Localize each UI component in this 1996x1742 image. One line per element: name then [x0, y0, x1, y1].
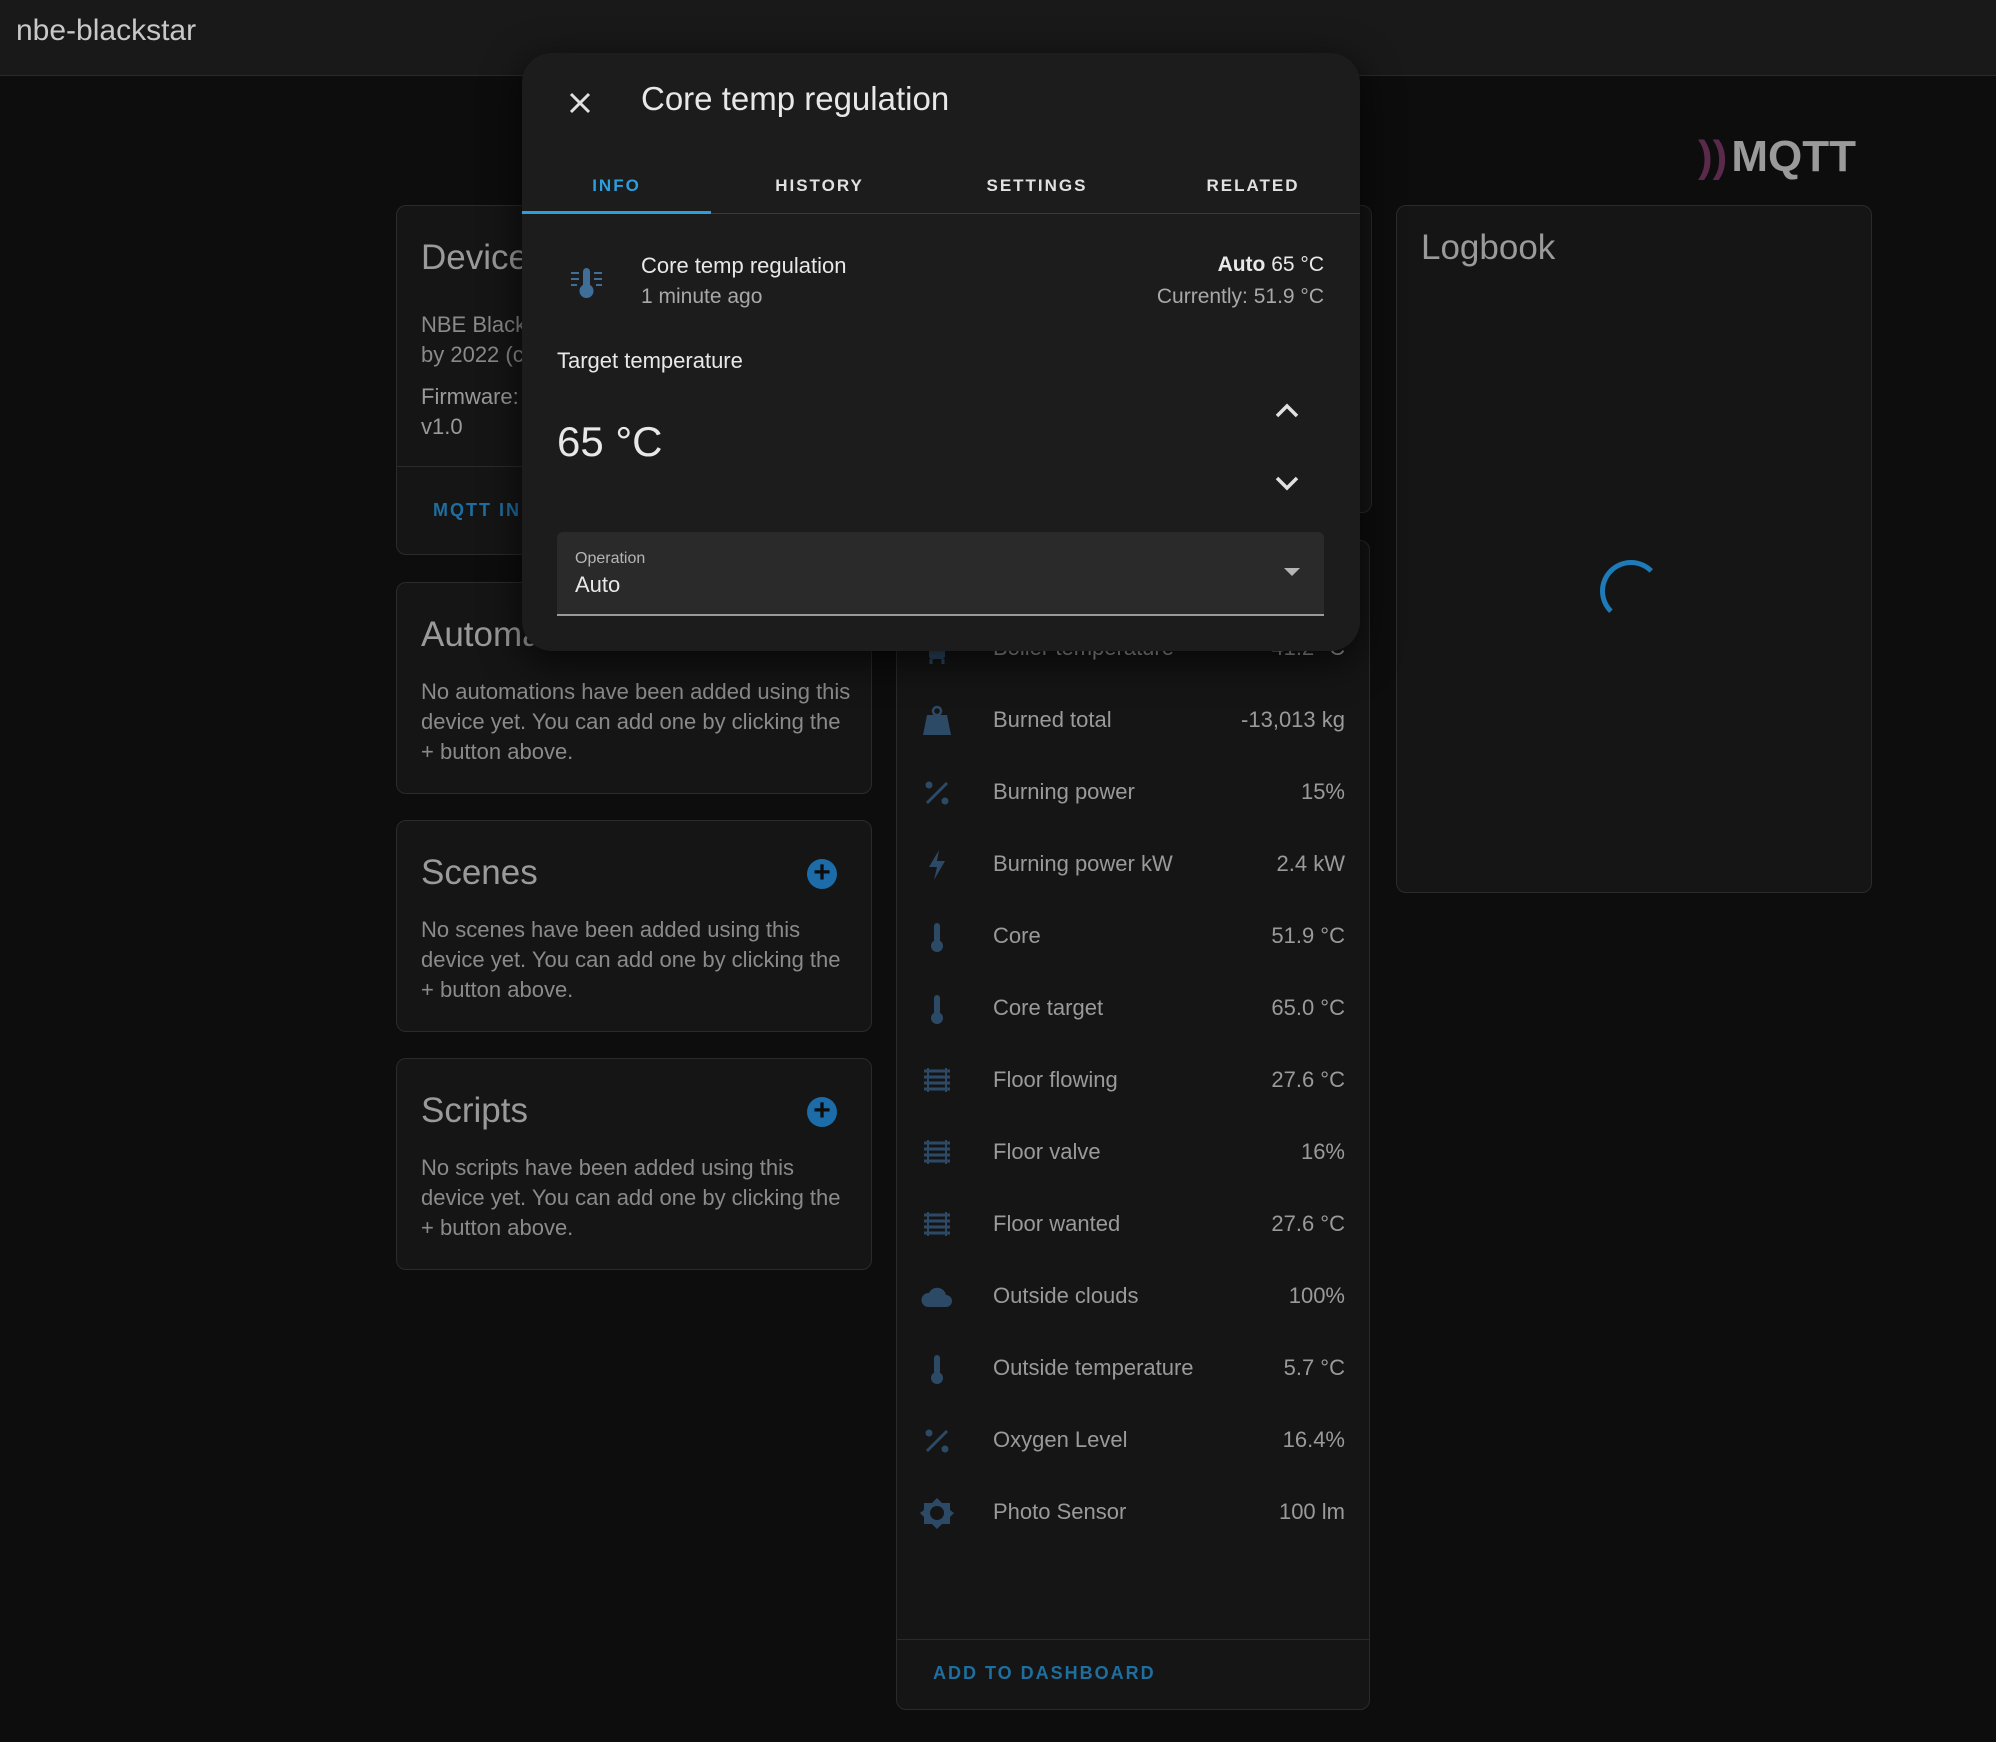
- firmware-label: Firmware:: [421, 384, 519, 409]
- sensor-name: Burning power kW: [993, 851, 1173, 876]
- brightness-icon: [919, 1495, 955, 1531]
- scripts-empty-text: No scripts have been added using this de…: [421, 1155, 841, 1240]
- close-icon[interactable]: [558, 81, 602, 125]
- sensor-row[interactable]: Burning power 15%: [897, 757, 1369, 829]
- weight-kg-icon: [919, 703, 955, 739]
- sensor-value: 100%: [1288, 1283, 1345, 1308]
- entity-state-row: Core temp regulation 1 minute ago Auto 6…: [522, 253, 1360, 323]
- device-card-title: Device: [421, 238, 528, 277]
- sensor-value: 15%: [1300, 779, 1345, 804]
- target-temperature-value: 65 °C: [557, 418, 663, 465]
- add-scene-button[interactable]: +: [807, 858, 837, 889]
- sensor-value: 16.4%: [1282, 1427, 1345, 1452]
- logbook-card: Logbook: [1396, 205, 1872, 893]
- sensor-name: Burned total: [993, 707, 1112, 732]
- sensor-row[interactable]: Core 51.9 °C: [897, 901, 1369, 973]
- sensor-row[interactable]: Oxygen Level 16.4%: [897, 1405, 1369, 1477]
- mqtt-waves-icon: )): [1698, 132, 1728, 181]
- mqtt-logo-text: MQTT: [1731, 132, 1856, 181]
- heating-coil-icon: [919, 1135, 955, 1171]
- sensor-name: Floor valve: [993, 1139, 1101, 1164]
- firmware-version: v1.0: [421, 414, 463, 439]
- mqtt-info-link[interactable]: MQTT INF: [433, 500, 534, 521]
- sensor-name: Photo Sensor: [993, 1499, 1127, 1524]
- more-info-dialog: Core temp regulation INFO HISTORY SETTIN…: [522, 53, 1360, 651]
- sensor-value: 27.6 °C: [1271, 1067, 1345, 1092]
- thermometer-icon: [919, 991, 955, 1027]
- sensor-row[interactable]: Burning power kW 2.4 kW: [897, 829, 1369, 901]
- tab-info[interactable]: INFO: [522, 171, 711, 214]
- last-changed: 1 minute ago: [641, 285, 763, 308]
- sensor-name: Outside clouds: [993, 1283, 1139, 1308]
- dialog-tabs: INFO HISTORY SETTINGS RELATED: [522, 171, 1360, 214]
- device-model-line1: NBE Black: [421, 312, 527, 337]
- thermometer-icon: [919, 1351, 955, 1387]
- sensors-card: Boiler target0.0 °CBoiler temperature41.…: [896, 540, 1370, 1710]
- climate-target: 65 °C: [1271, 253, 1324, 276]
- sensor-name: Outside temperature: [993, 1355, 1194, 1380]
- sensor-name: Floor flowing: [993, 1067, 1118, 1092]
- sensor-value: 2.4 kW: [1276, 851, 1345, 876]
- dialog-title: Core temp regulation: [641, 80, 950, 117]
- operation-value: Auto: [575, 572, 621, 597]
- add-to-dashboard-button[interactable]: ADD TO DASHBOARD: [933, 1663, 1156, 1684]
- sensor-value: 65.0 °C: [1271, 995, 1345, 1020]
- chevron-down-icon[interactable]: [1267, 463, 1307, 503]
- sensor-value: 16%: [1300, 1139, 1345, 1164]
- climate-mode: Auto: [1217, 253, 1266, 276]
- cloud-icon: [919, 1279, 955, 1315]
- operation-select[interactable]: Operation Auto: [557, 532, 1324, 616]
- target-temperature-label: Target temperature: [557, 348, 743, 373]
- sensor-value: 51.9 °C: [1271, 923, 1345, 948]
- app-title: nbe-blackstar: [16, 14, 197, 47]
- add-script-button[interactable]: +: [807, 1096, 837, 1127]
- scripts-card-title: Scripts: [421, 1091, 528, 1130]
- sensor-row[interactable]: Floor wanted 27.6 °C: [897, 1189, 1369, 1261]
- thermostat-icon: [568, 265, 604, 301]
- scripts-card: Scripts + No scripts have been added usi…: [396, 1058, 872, 1270]
- mqtt-logo: ))MQTT: [1698, 132, 1856, 182]
- sensor-row[interactable]: Floor valve 16%: [897, 1117, 1369, 1189]
- sensor-name: Floor wanted: [993, 1211, 1121, 1236]
- chevron-up-icon[interactable]: [1267, 391, 1307, 431]
- sensor-row[interactable]: Outside temperature 5.7 °C: [897, 1333, 1369, 1405]
- sensor-name: Burning power: [993, 779, 1135, 804]
- climate-state: Auto 65 °C: [1218, 253, 1324, 277]
- sensor-row[interactable]: Core target 65.0 °C: [897, 973, 1369, 1045]
- sensor-value: 27.6 °C: [1271, 1211, 1345, 1236]
- thermometer-icon: [919, 919, 955, 955]
- device-model-line2: by 2022 (c: [421, 342, 524, 367]
- sensor-value: 5.7 °C: [1283, 1355, 1345, 1380]
- sensor-row[interactable]: Floor flowing 27.6 °C: [897, 1045, 1369, 1117]
- sensor-name: Core: [993, 923, 1041, 948]
- flash-icon: [919, 847, 955, 883]
- sensor-name: Core target: [993, 995, 1104, 1020]
- tab-history[interactable]: HISTORY: [711, 171, 928, 213]
- entity-name: Core temp regulation: [641, 253, 847, 278]
- logbook-title: Logbook: [1421, 228, 1556, 267]
- percent-icon: [919, 1423, 955, 1459]
- heating-coil-icon: [919, 1207, 955, 1243]
- sensor-row[interactable]: Outside clouds 100%: [897, 1261, 1369, 1333]
- heating-coil-icon: [919, 1063, 955, 1099]
- sensor-value: 100 lm: [1278, 1499, 1345, 1524]
- dropdown-arrow-icon: [1284, 568, 1300, 576]
- sensor-value: -13,013 kg: [1241, 707, 1345, 732]
- sensor-row[interactable]: Photo Sensor 100 lm: [897, 1477, 1369, 1549]
- scenes-card-title: Scenes: [421, 853, 538, 892]
- scenes-empty-text: No scenes have been added using this dev…: [421, 917, 841, 1002]
- tab-related[interactable]: RELATED: [1146, 171, 1360, 213]
- current-temperature: Currently: 51.9 °C: [1156, 285, 1324, 308]
- sensor-row[interactable]: Burned total -13,013 kg: [897, 685, 1369, 757]
- loading-spinner-icon: [1600, 560, 1662, 622]
- sensor-name: Oxygen Level: [993, 1427, 1128, 1452]
- tab-settings[interactable]: SETTINGS: [928, 171, 1146, 213]
- percent-icon: [919, 775, 955, 811]
- scenes-card: Scenes + No scenes have been added using…: [396, 820, 872, 1032]
- operation-label: Operation: [575, 550, 646, 567]
- automations-empty-text: No automations have been added using thi…: [421, 679, 851, 764]
